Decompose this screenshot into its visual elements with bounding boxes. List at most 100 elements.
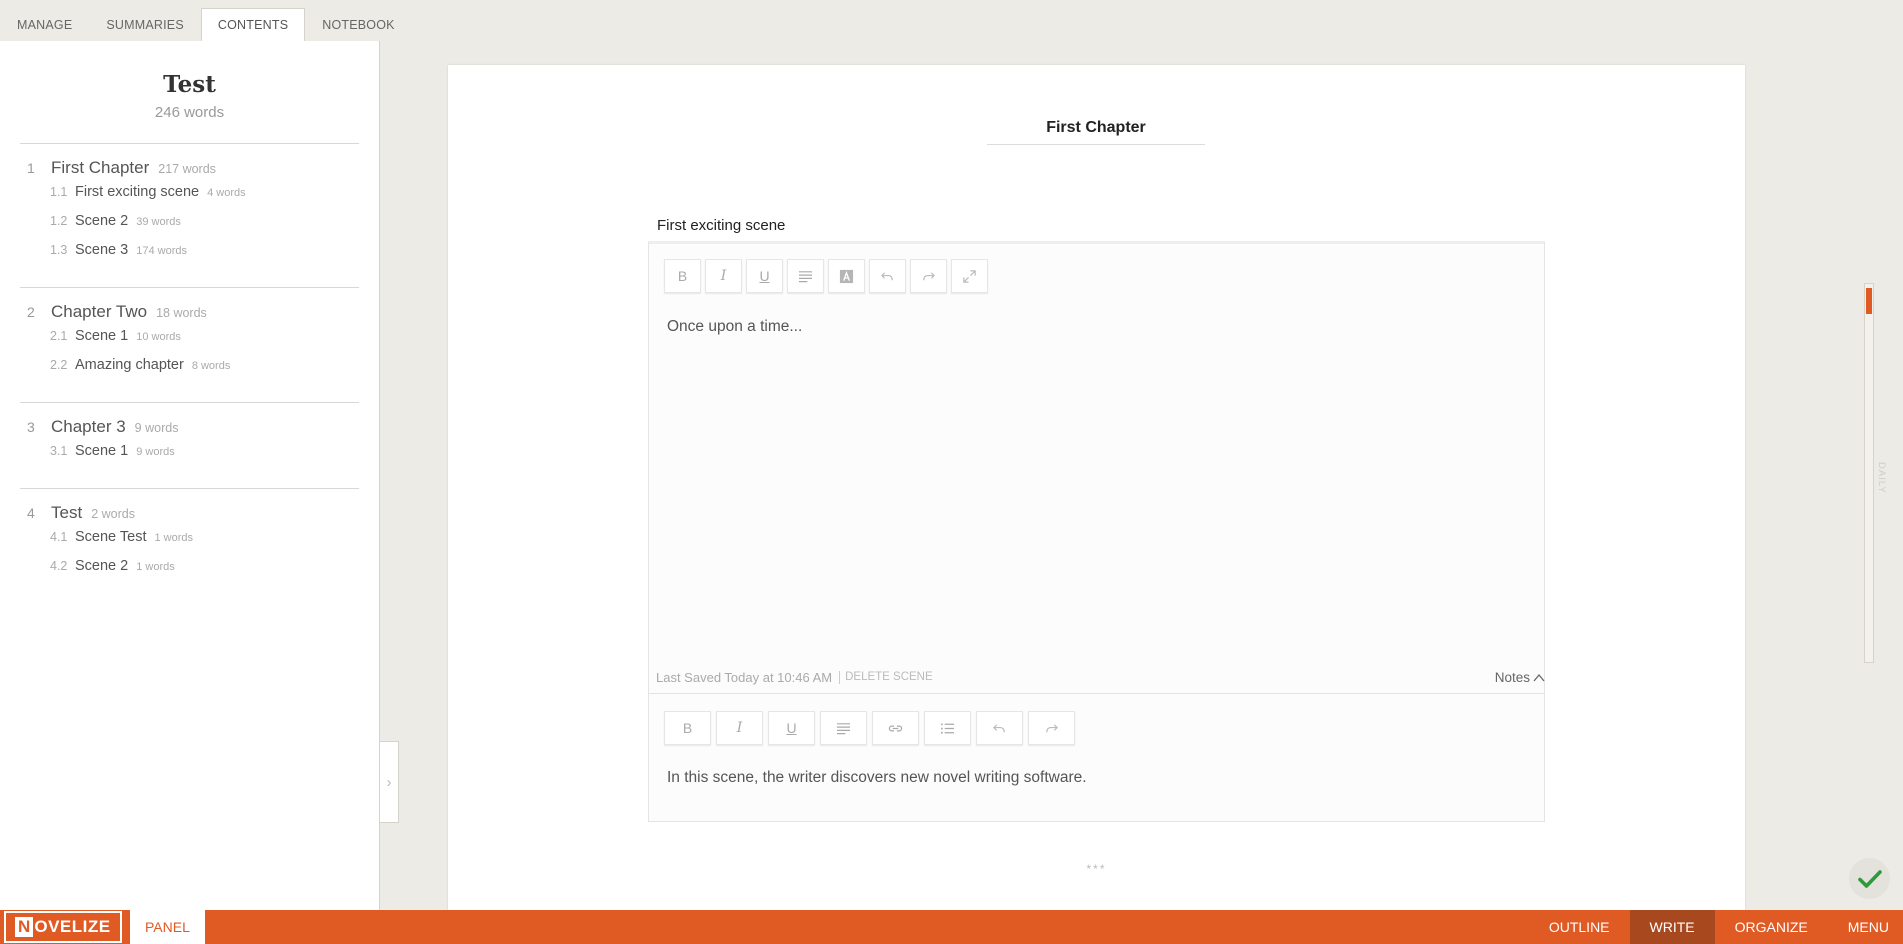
- logo-rest: OVELIZE: [34, 917, 111, 936]
- chapter-item: 3 Chapter 3 9 words 3.1 Scene 1 9 words: [20, 402, 359, 488]
- chapter-title[interactable]: First Chapter: [51, 158, 149, 178]
- notes-link-button[interactable]: [872, 711, 919, 745]
- notes-italic-button[interactable]: I: [716, 711, 763, 745]
- scene-word-count: 1 words: [136, 561, 175, 573]
- scene-row[interactable]: 3.1 Scene 1 9 words: [20, 443, 359, 472]
- scene-title[interactable]: Scene 1: [75, 443, 128, 459]
- collapse-panel-handle[interactable]: ›: [380, 741, 399, 823]
- tab-manage[interactable]: MANAGE: [0, 8, 89, 41]
- delete-scene-button[interactable]: DELETE SCENE: [845, 671, 933, 683]
- chapter-number: 3: [27, 419, 35, 435]
- notes-toggle[interactable]: Notes: [1495, 670, 1545, 685]
- notes-align-button[interactable]: [820, 711, 867, 745]
- redo-icon: [1046, 723, 1058, 732]
- panel-tabs: MANAGE SUMMARIES CONTENTS NOTEBOOK: [0, 8, 412, 41]
- scene-row[interactable]: 4.1 Scene Test 1 words: [20, 529, 359, 558]
- scene-title[interactable]: Scene 3: [75, 242, 128, 258]
- nav-write[interactable]: WRITE: [1629, 910, 1715, 944]
- highlight-icon: [839, 269, 854, 283]
- nav-outline[interactable]: OUTLINE: [1529, 910, 1630, 944]
- novelize-logo[interactable]: N OVELIZE: [4, 911, 122, 943]
- chapter-row[interactable]: 2 Chapter Two 18 words: [20, 302, 359, 328]
- scene-number: 2.2: [50, 358, 68, 372]
- daily-goal-label: DAILY: [1876, 462, 1887, 494]
- nav-menu[interactable]: MENU: [1828, 910, 1903, 944]
- chapter-title[interactable]: Chapter 3: [51, 417, 126, 437]
- chapter-row[interactable]: 1 First Chapter 217 words: [20, 158, 359, 184]
- scene-row[interactable]: 1.2 Scene 2 39 words: [20, 213, 359, 242]
- link-icon: [888, 725, 903, 731]
- align-button[interactable]: [787, 259, 824, 293]
- scene-row[interactable]: 2.1 Scene 1 10 words: [20, 328, 359, 357]
- redo-icon: [923, 271, 935, 280]
- scene-content[interactable]: Once upon a time...: [667, 318, 802, 336]
- scene-word-count: 4 words: [207, 187, 246, 199]
- undo-button[interactable]: [869, 259, 906, 293]
- scene-title[interactable]: Amazing chapter: [75, 357, 184, 373]
- scene-row[interactable]: 1.1 First exciting scene 4 words: [20, 184, 359, 213]
- scene-title-field[interactable]: First exciting scene: [657, 217, 1553, 237]
- tab-summaries[interactable]: SUMMARIES: [89, 8, 201, 41]
- notes-underline-button[interactable]: U: [768, 711, 815, 745]
- notes-list-button[interactable]: [924, 711, 971, 745]
- main-nav: OUTLINE WRITE ORGANIZE MENU: [1529, 910, 1903, 944]
- chapter-word-count: 217 words: [158, 162, 216, 176]
- scene-word-count: 174 words: [136, 245, 187, 257]
- italic-button[interactable]: I: [705, 259, 742, 293]
- scene-number: 4.1: [50, 530, 68, 544]
- last-saved-status: Last Saved Today at 10:46 AM: [656, 669, 833, 685]
- scene-row[interactable]: 2.2 Amazing chapter 8 words: [20, 357, 359, 386]
- scene-title[interactable]: Scene 2: [75, 213, 128, 229]
- bold-icon: B: [682, 720, 693, 736]
- bold-button[interactable]: B: [664, 259, 701, 293]
- contents-panel: Test 246 words 1 First Chapter 217 words…: [0, 41, 380, 910]
- underline-button[interactable]: U: [746, 259, 783, 293]
- editor-toolbar: B I U: [664, 259, 992, 293]
- chapter-title[interactable]: Chapter Two: [51, 302, 147, 322]
- italic-icon: I: [720, 268, 727, 284]
- nav-organize[interactable]: ORGANIZE: [1715, 910, 1828, 944]
- chapter-row[interactable]: 3 Chapter 3 9 words: [20, 417, 359, 443]
- chapter-title-field[interactable]: First Chapter: [987, 119, 1205, 145]
- undo-icon: [993, 723, 1005, 732]
- tab-notebook[interactable]: NOTEBOOK: [305, 8, 411, 41]
- scene-number: 2.1: [50, 329, 68, 343]
- scene-word-count: 10 words: [136, 331, 181, 343]
- notes-bold-button[interactable]: B: [664, 711, 711, 745]
- tab-contents[interactable]: CONTENTS: [200, 8, 306, 41]
- scene-title[interactable]: Scene 2: [75, 558, 128, 574]
- scene-number: 1.3: [50, 243, 68, 257]
- scene-row[interactable]: 4.2 Scene 2 1 words: [20, 558, 359, 587]
- scene-number: 1.1: [50, 185, 68, 199]
- logo-initial: N: [15, 917, 34, 937]
- save-check-button[interactable]: [1849, 858, 1890, 899]
- chapter-item: 1 First Chapter 217 words 1.1 First exci…: [20, 143, 359, 287]
- scene-editor[interactable]: B I U Once upon a time...: [648, 241, 1545, 726]
- scene-number: 1.2: [50, 214, 68, 228]
- scene-word-count: 9 words: [136, 446, 175, 458]
- meta-divider: [839, 670, 841, 684]
- panel-button[interactable]: PANEL: [130, 910, 205, 944]
- align-left-icon: [836, 722, 851, 734]
- undo-icon: [881, 271, 893, 280]
- chapter-list: 1 First Chapter 217 words 1.1 First exci…: [20, 143, 359, 603]
- scene-title[interactable]: Scene 1: [75, 328, 128, 344]
- chapter-row[interactable]: 4 Test 2 words: [20, 503, 359, 529]
- highlight-button[interactable]: [828, 259, 865, 293]
- redo-button[interactable]: [910, 259, 947, 293]
- notes-content[interactable]: In this scene, the writer discovers new …: [667, 769, 1087, 787]
- daily-goal-bar[interactable]: [1864, 283, 1874, 663]
- underline-icon: U: [786, 720, 797, 736]
- notes-undo-button[interactable]: [976, 711, 1023, 745]
- scene-title[interactable]: Scene Test: [75, 529, 146, 545]
- notes-redo-button[interactable]: [1028, 711, 1075, 745]
- bottom-bar: N OVELIZE PANEL OUTLINE WRITE ORGANIZE ME…: [0, 910, 1903, 944]
- scene-number: 3.1: [50, 444, 68, 458]
- align-left-icon: [798, 270, 813, 282]
- fullscreen-button[interactable]: [951, 259, 988, 293]
- scene-title[interactable]: First exciting scene: [75, 184, 199, 200]
- chapter-title[interactable]: Test: [51, 503, 82, 523]
- notes-editor[interactable]: B I U In this scene, the writer discover…: [648, 693, 1545, 822]
- scene-word-count: 39 words: [136, 216, 181, 228]
- scene-row[interactable]: 1.3 Scene 3 174 words: [20, 242, 359, 271]
